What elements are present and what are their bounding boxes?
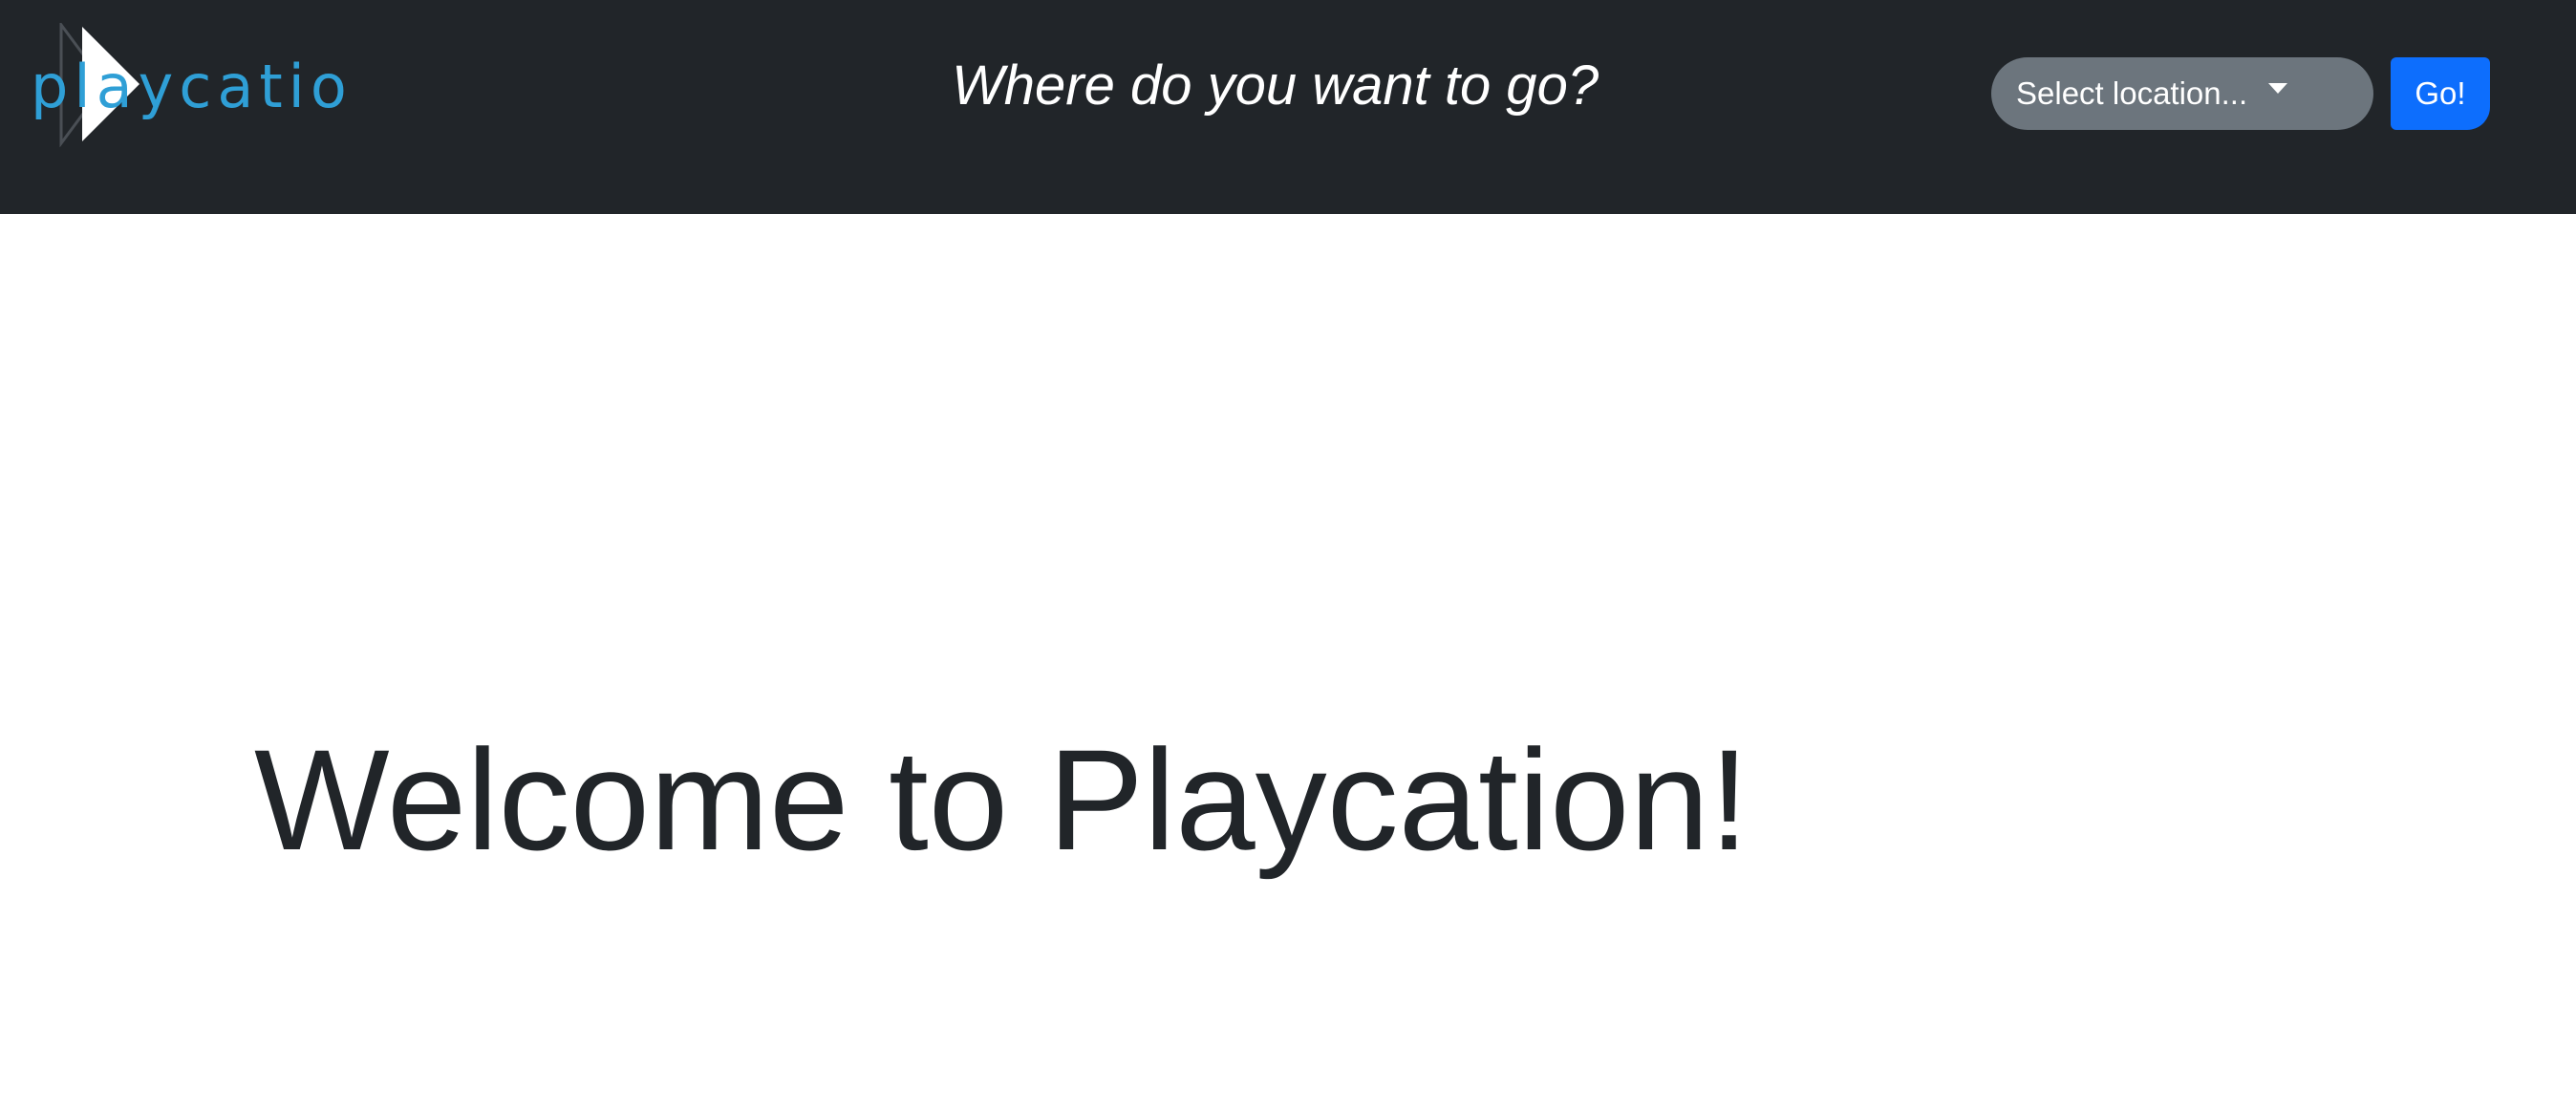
location-select-label: Select location... bbox=[2016, 75, 2248, 111]
logo-wordmark: playcation bbox=[31, 52, 352, 121]
location-select-dropdown[interactable]: Select location... bbox=[1991, 57, 2373, 130]
navbar: playcation Where do you want to go? Sele… bbox=[0, 0, 2576, 214]
play-triangle-icon: playcation bbox=[31, 23, 352, 147]
brand-logo[interactable]: playcation bbox=[27, 23, 352, 147]
welcome-heading: Welcome to Playcation! bbox=[254, 719, 1750, 880]
caret-down-icon bbox=[2268, 82, 2288, 94]
go-button[interactable]: Go! bbox=[2391, 57, 2490, 130]
tagline: Where do you want to go? bbox=[952, 54, 1599, 117]
